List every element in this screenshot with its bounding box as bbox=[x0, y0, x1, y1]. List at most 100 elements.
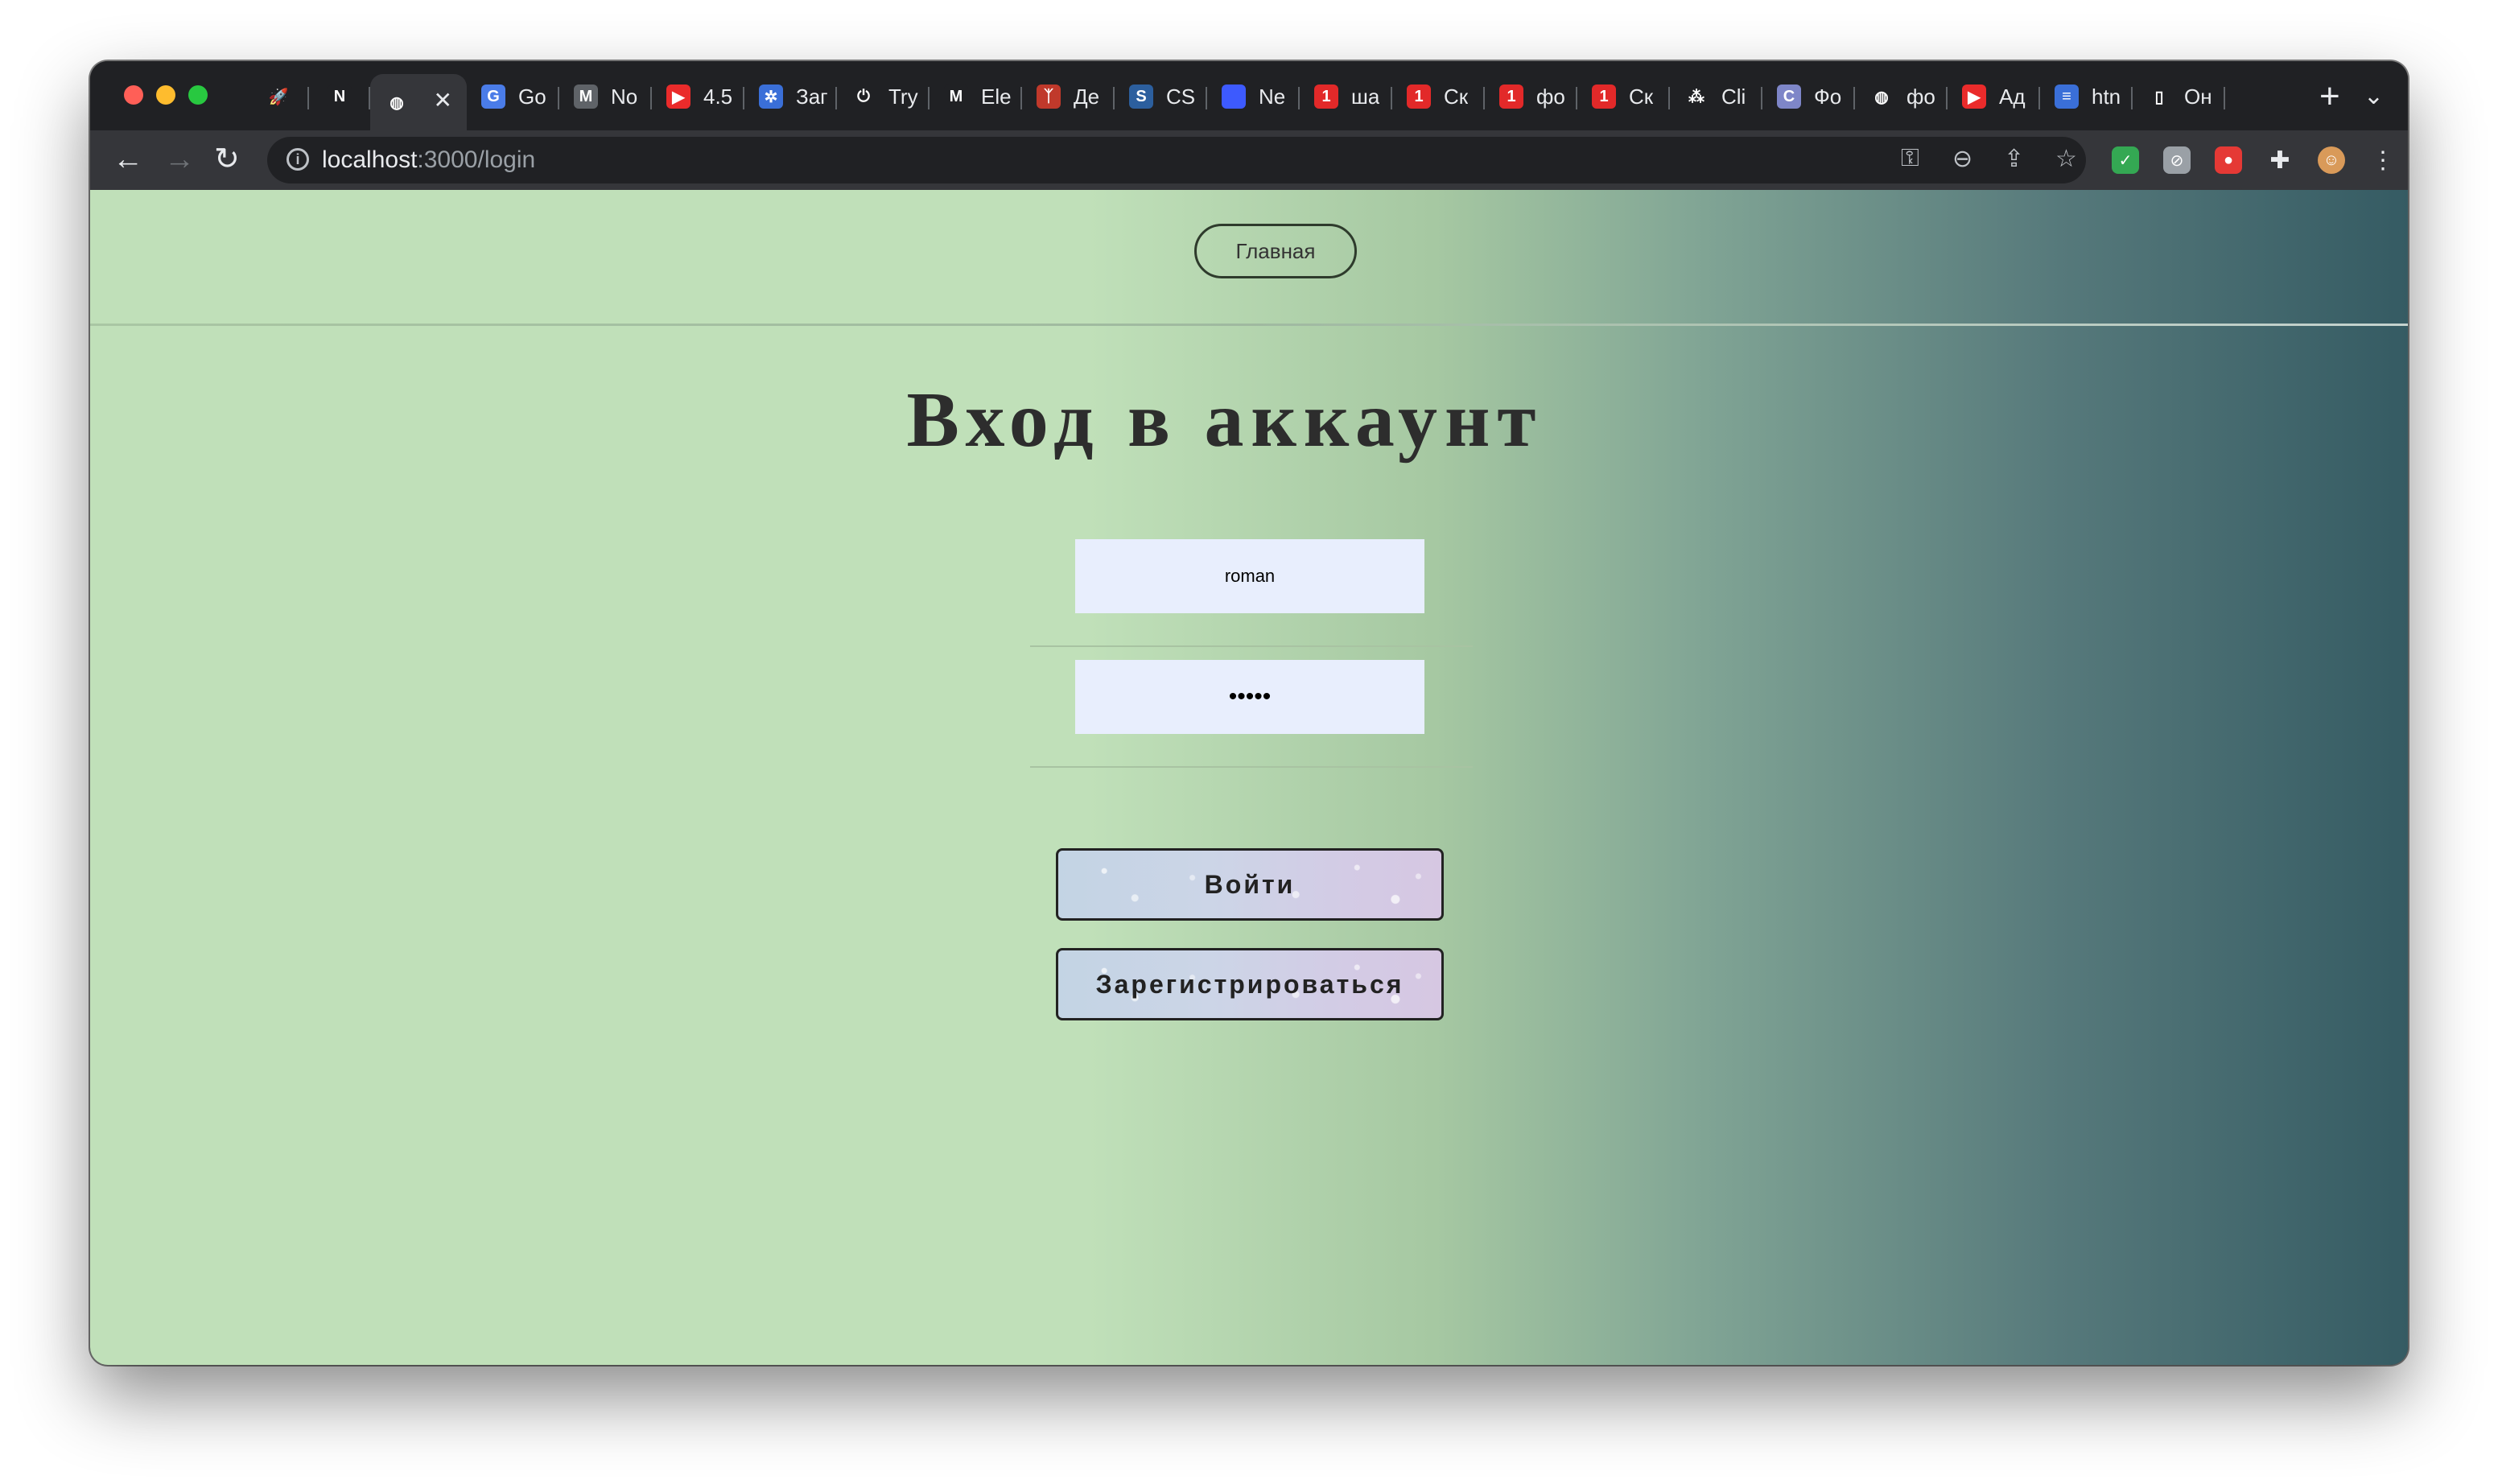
header-divider bbox=[90, 324, 2408, 326]
tab-title: Ne bbox=[1259, 84, 1286, 109]
back-button[interactable]: ← bbox=[113, 142, 143, 177]
tab-19[interactable]: ▶ Ад bbox=[1948, 74, 2040, 119]
share-icon[interactable]: ⇪ bbox=[2004, 145, 2024, 173]
tab-title: ша bbox=[1351, 84, 1380, 109]
close-tab-icon[interactable]: ✕ bbox=[434, 87, 452, 113]
username-underline bbox=[1030, 645, 1473, 647]
tab-search-button[interactable]: ⌄ bbox=[2364, 82, 2384, 110]
tab-14[interactable]: 1 фо bbox=[1485, 74, 1577, 119]
avatar[interactable]: ☺ bbox=[2318, 146, 2345, 174]
more-menu-icon[interactable]: ⋮ bbox=[2369, 146, 2397, 174]
username-input[interactable] bbox=[1075, 539, 1424, 613]
one-red-icon: 1 bbox=[1592, 85, 1616, 109]
browser-toolbar: ← → ↻ i localhost:3000/login ⚿ ⊖ ⇪ ☆ ✓ ⊘ ●… bbox=[90, 130, 2408, 190]
tab-title: Заг bbox=[796, 84, 828, 109]
tab-title: Cli bbox=[1721, 84, 1746, 109]
tab-3[interactable]: G Go bbox=[467, 74, 559, 119]
tab-16[interactable]: ⁂ Cli bbox=[1670, 74, 1762, 119]
globe-icon: ◍ bbox=[390, 93, 404, 112]
rocket-icon: 🚀 bbox=[268, 88, 289, 106]
tab-9[interactable]: ᛉ Де bbox=[1022, 74, 1115, 119]
url-host: localhost bbox=[322, 146, 418, 173]
dots-icon: ⁂ bbox=[1688, 88, 1704, 106]
m-logo-icon: M bbox=[944, 85, 968, 109]
password-input[interactable] bbox=[1075, 660, 1424, 734]
tab-21[interactable]: ▯ Он bbox=[2133, 74, 2225, 119]
figure-icon: ᛉ bbox=[1037, 85, 1061, 109]
tab-title: Фо bbox=[1814, 84, 1842, 109]
tab-13[interactable]: 1 Ск bbox=[1392, 74, 1485, 119]
login-page: Главная Вход в аккаунт Войти Зарегистрир… bbox=[90, 190, 2408, 1365]
tab-title: фо bbox=[1536, 84, 1565, 109]
tab-12[interactable]: 1 ша bbox=[1300, 74, 1392, 119]
tab-4[interactable]: M No bbox=[559, 74, 652, 119]
minimize-window-button[interactable] bbox=[156, 85, 175, 105]
one-red-icon: 1 bbox=[1314, 85, 1338, 109]
bookmark-star-icon[interactable]: ☆ bbox=[2055, 145, 2077, 173]
register-button[interactable]: Зарегистрироваться bbox=[1056, 948, 1444, 1020]
red-extension-icon[interactable]: ● bbox=[2215, 146, 2242, 174]
tab-18[interactable]: ◍ фо bbox=[1855, 74, 1948, 119]
tab-title: No bbox=[611, 84, 638, 109]
stack-icon: ≡ bbox=[2055, 85, 2079, 109]
tab-6[interactable]: ✲ Заг bbox=[744, 74, 837, 119]
site-info-icon[interactable]: i bbox=[286, 148, 309, 171]
login-button-label: Войти bbox=[1204, 869, 1296, 899]
compass-extension-icon[interactable]: ⊘ bbox=[2163, 146, 2191, 174]
tab-title: 4.5 bbox=[703, 84, 733, 109]
tab-title: Ад bbox=[1999, 84, 2026, 109]
power-icon: ⏻ bbox=[857, 87, 870, 105]
gmail-icon: M bbox=[574, 85, 598, 109]
phone-icon: ▯ bbox=[2154, 88, 2164, 106]
zoom-icon[interactable]: ⊖ bbox=[1952, 145, 1972, 173]
tab-title: Ск bbox=[1629, 84, 1654, 109]
register-button-label: Зарегистрироваться bbox=[1095, 969, 1404, 999]
tab-7[interactable]: ⏻ Try bbox=[837, 74, 930, 119]
home-button[interactable]: Главная bbox=[1194, 224, 1357, 278]
gear-blue-icon: ✲ bbox=[759, 85, 783, 109]
tab-15[interactable]: 1 Ск bbox=[1577, 74, 1670, 119]
one-red-icon: 1 bbox=[1499, 85, 1523, 109]
globe-icon: ◍ bbox=[1874, 88, 1889, 106]
tab-0[interactable]: 🚀 bbox=[248, 74, 309, 119]
tab-title: CS bbox=[1166, 84, 1196, 109]
tab-title: Ele bbox=[981, 84, 1012, 109]
tab-11[interactable]: Ne bbox=[1207, 74, 1300, 119]
close-window-button[interactable] bbox=[124, 85, 143, 105]
tab-2[interactable]: ◍ ✕ bbox=[370, 74, 467, 130]
tab-title: Ск bbox=[1444, 84, 1469, 109]
tab-20[interactable]: ≡ htn bbox=[2040, 74, 2133, 119]
tab-title: Go bbox=[518, 84, 546, 109]
blue-square-icon bbox=[1222, 85, 1246, 109]
puzzle-icon[interactable]: ✚ bbox=[2266, 146, 2294, 174]
browser-window: 🚀 N ◍ ✕ G Go M No ▶ 4.5 ✲ Заг ⏻ Try M Ele ᛉ Де S CS Ne 1 ша 1 Ск… bbox=[90, 61, 2408, 1365]
tab-strip: 🚀 N ◍ ✕ G Go M No ▶ 4.5 ✲ Заг ⏻ Try M Ele ᛉ Де S CS Ne 1 ша 1 Ск… bbox=[90, 61, 2408, 130]
login-button[interactable]: Войти bbox=[1056, 848, 1444, 921]
tab-8[interactable]: M Ele bbox=[930, 74, 1022, 119]
tab-title: фо bbox=[1906, 84, 1935, 109]
page-title: Вход в аккаунт bbox=[906, 377, 1544, 464]
tab-1[interactable]: N bbox=[309, 74, 370, 119]
tab-title: Try bbox=[888, 84, 918, 109]
notion-icon: N bbox=[328, 85, 352, 109]
address-bar[interactable]: i localhost:3000/login ⚿ ⊖ ⇪ ☆ bbox=[267, 137, 2086, 183]
tab-title: htn bbox=[2092, 84, 2121, 109]
url-path: :3000/login bbox=[417, 146, 536, 173]
tab-list: 🚀 N ◍ ✕ G Go M No ▶ 4.5 ✲ Заг ⏻ Try M Ele ᛉ Де S CS Ne 1 ша 1 Ск… bbox=[248, 74, 2225, 130]
key-icon[interactable]: ⚿ bbox=[1901, 145, 1919, 172]
tab-title: Он bbox=[2184, 84, 2212, 109]
tab-10[interactable]: S CS bbox=[1115, 74, 1207, 119]
css-icon: S bbox=[1129, 85, 1153, 109]
new-tab-button[interactable]: + bbox=[2319, 79, 2340, 114]
shield-extension-icon[interactable]: ✓ bbox=[2112, 146, 2139, 174]
tab-title: Де bbox=[1074, 84, 1100, 109]
url-text[interactable]: localhost:3000/login bbox=[322, 146, 535, 174]
forward-button[interactable]: → bbox=[164, 142, 195, 177]
youtube-icon: ▶ bbox=[1962, 85, 1986, 109]
password-underline bbox=[1030, 766, 1473, 768]
c-logo-icon: C bbox=[1777, 85, 1801, 109]
tab-5[interactable]: ▶ 4.5 bbox=[652, 74, 744, 119]
maximize-window-button[interactable] bbox=[188, 85, 208, 105]
tab-17[interactable]: C Фо bbox=[1762, 74, 1855, 119]
reload-button[interactable]: ↻ bbox=[214, 142, 240, 177]
